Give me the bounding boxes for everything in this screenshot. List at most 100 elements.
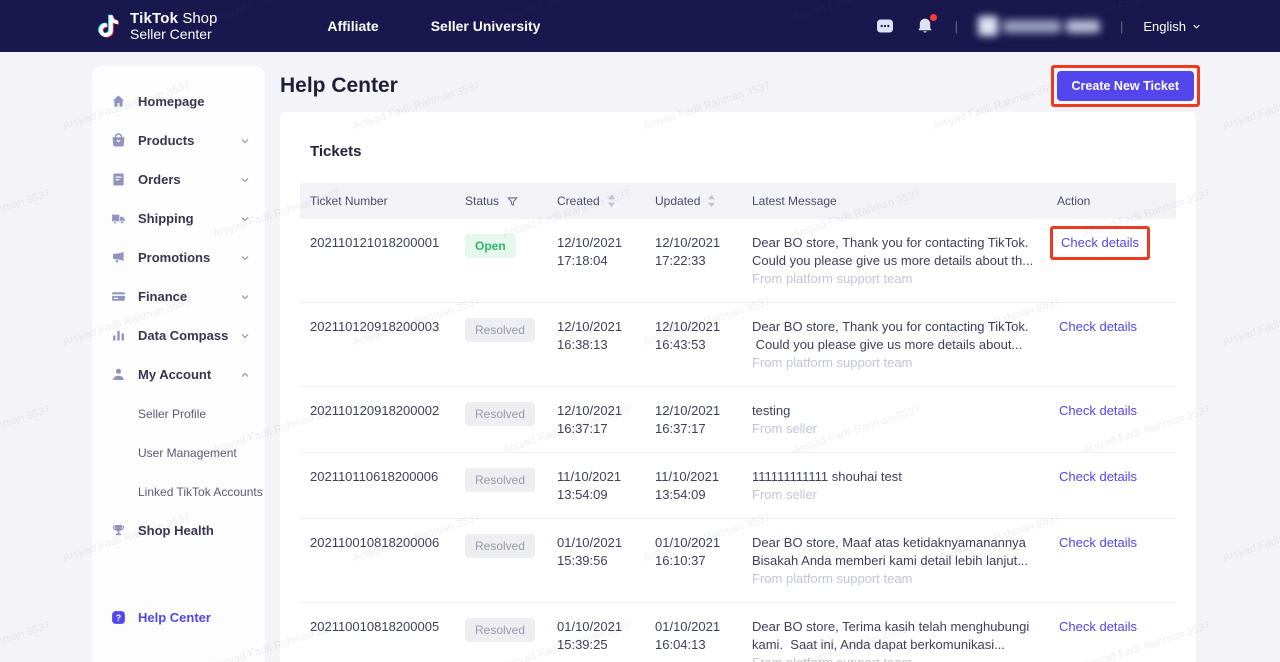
status-cell: Resolved (465, 618, 557, 662)
created-time: 16:38:13 (557, 336, 655, 354)
updated-sort-icon[interactable] (707, 194, 716, 208)
sidebar-item-data-compass[interactable]: Data Compass (92, 316, 265, 355)
latest-message-cell: Dear BO store, Thank you for contacting … (752, 234, 1057, 288)
updated-cell: 01/10/202116:04:13 (655, 618, 752, 662)
col-ticket-number: Ticket Number (310, 194, 465, 208)
check-details-link[interactable]: Check details (1059, 403, 1137, 418)
message-line: Dear BO store, Thank you for contacting … (752, 234, 1057, 252)
check-details-link[interactable]: Check details (1059, 319, 1137, 334)
sidebar-subitem-user-management[interactable]: User Management (92, 433, 265, 472)
message-line: Bisakah Anda memberi kami detail lebih l… (752, 552, 1057, 570)
sidebar-item-products[interactable]: Products (92, 121, 265, 160)
sidebar-label: My Account (138, 367, 211, 382)
status-badge: Resolved (465, 402, 535, 426)
finance-card-icon (110, 288, 127, 305)
created-cell: 01/10/202115:39:56 (557, 534, 655, 588)
action-highlight-box: Check details (1059, 534, 1137, 552)
action-cell: Check details (1057, 534, 1176, 588)
updated-time: 16:37:17 (655, 420, 752, 438)
action-highlight-box: Check details (1059, 618, 1137, 636)
created-date: 12/10/2021 (557, 402, 655, 420)
message-line: Dear BO store, Maaf atas ketidaknyamanan… (752, 534, 1057, 552)
sidebar-item-orders[interactable]: Orders (92, 160, 265, 199)
created-date: 01/10/2021 (557, 618, 655, 636)
status-badge: Resolved (465, 534, 535, 558)
col-updated: Updated (655, 194, 752, 208)
sidebar-item-finance[interactable]: Finance (92, 277, 265, 316)
table-row: 202110121018200001 Open 12/10/202117:18:… (300, 219, 1176, 303)
notification-badge-dot (930, 14, 937, 21)
tiktok-shop-logo[interactable]: TikTok Shop Seller Center (96, 11, 217, 41)
message-line: Dear BO store, Terima kasih telah menghu… (752, 618, 1057, 636)
created-date: 12/10/2021 (557, 234, 655, 252)
sidebar-item-shipping[interactable]: Shipping (92, 199, 265, 238)
logo-text: TikTok Shop Seller Center (130, 11, 217, 41)
chevron-down-icon (239, 291, 251, 303)
logo-brand-bold: TikTok (130, 10, 178, 27)
chevron-up-icon (239, 369, 251, 381)
sidebar-item-my-account[interactable]: My Account (92, 355, 265, 394)
sidebar-item-homepage[interactable]: Homepage (92, 82, 265, 121)
sidebar-label: Products (138, 133, 194, 148)
created-time: 15:39:25 (557, 636, 655, 654)
sidebar-label: Promotions (138, 250, 210, 265)
created-date: 12/10/2021 (557, 318, 655, 336)
latest-message-cell: Dear BO store, Maaf atas ketidaknyamanan… (752, 534, 1057, 588)
message-line: 111111111111 shouhai test (752, 468, 1057, 486)
shipping-truck-icon (110, 210, 127, 227)
status-badge: Resolved (465, 618, 535, 642)
updated-date: 12/10/2021 (655, 318, 752, 336)
table-row: 202110120918200003 Resolved 12/10/202116… (300, 303, 1176, 387)
updated-time: 16:43:53 (655, 336, 752, 354)
message-line: Could you please give us more details ab… (752, 336, 1057, 354)
action-cell: Check details (1057, 402, 1176, 438)
status-cell: Resolved (465, 402, 557, 438)
latest-message-cell: Dear BO store, Thank you for contacting … (752, 318, 1057, 372)
tickets-card-title: Tickets (300, 112, 1176, 183)
check-details-link[interactable]: Check details (1059, 619, 1137, 634)
created-date: 11/10/2021 (557, 468, 655, 486)
username-redacted[interactable] (978, 16, 1100, 36)
message-lines: Dear BO store, Maaf atas ketidaknyamanan… (752, 534, 1057, 570)
language-label: English (1143, 19, 1186, 34)
created-time: 15:39:56 (557, 552, 655, 570)
watermark-text: Arsyad Fadli Rahman 3537 (0, 404, 52, 457)
updated-cell: 12/10/202116:43:53 (655, 318, 752, 372)
sidebar-item-help-center[interactable]: ? Help Center (92, 598, 265, 637)
messages-icon[interactable] (875, 16, 895, 36)
sidebar-label: Homepage (138, 94, 204, 109)
watermark-text: Arsyad Fadli Rahman 3537 (0, 620, 52, 662)
status-badge: Open (465, 234, 516, 258)
notifications-bell-icon[interactable] (915, 16, 935, 36)
check-details-link[interactable]: Check details (1059, 535, 1137, 550)
sidebar-item-promotions[interactable]: Promotions (92, 238, 265, 277)
message-source: From platform support team (752, 570, 1057, 588)
updated-cell: 11/10/202113:54:09 (655, 468, 752, 504)
sidebar-subitem-seller-profile[interactable]: Seller Profile (92, 394, 265, 433)
create-new-ticket-button[interactable]: Create New Ticket (1057, 71, 1194, 101)
table-row: 202110110618200006 Resolved 11/10/202113… (300, 453, 1176, 519)
sidebar-subitem-linked-tiktok-accounts[interactable]: Linked TikTok Accounts (92, 472, 265, 511)
sidebar-item-shop-health[interactable]: Shop Health (92, 511, 265, 550)
created-sort-icon[interactable] (607, 194, 616, 208)
message-line: testing (752, 402, 1057, 420)
ticket-number: 202110120918200002 (310, 402, 465, 438)
nav-affiliate[interactable]: Affiliate (327, 18, 378, 34)
tickets-card: Tickets Ticket Number Status Created Upd… (280, 112, 1196, 662)
col-action: Action (1057, 194, 1176, 208)
check-details-link[interactable]: Check details (1061, 235, 1139, 250)
page-header: Help Center Create New Ticket (280, 64, 1200, 108)
message-line: Dear BO store, Thank you for contacting … (752, 318, 1057, 336)
status-cell: Resolved (465, 318, 557, 372)
language-selector[interactable]: English (1143, 19, 1202, 34)
nav-seller-university[interactable]: Seller University (431, 18, 541, 34)
chevron-down-icon (1191, 21, 1202, 32)
svg-text:?: ? (116, 613, 121, 623)
created-date: 01/10/2021 (557, 534, 655, 552)
status-filter-icon[interactable] (506, 195, 519, 208)
message-source: From platform support team (752, 654, 1057, 662)
created-time: 17:18:04 (557, 252, 655, 270)
message-lines: Dear BO store, Terima kasih telah menghu… (752, 618, 1057, 654)
ticket-number: 202110110618200006 (310, 468, 465, 504)
check-details-link[interactable]: Check details (1059, 469, 1137, 484)
